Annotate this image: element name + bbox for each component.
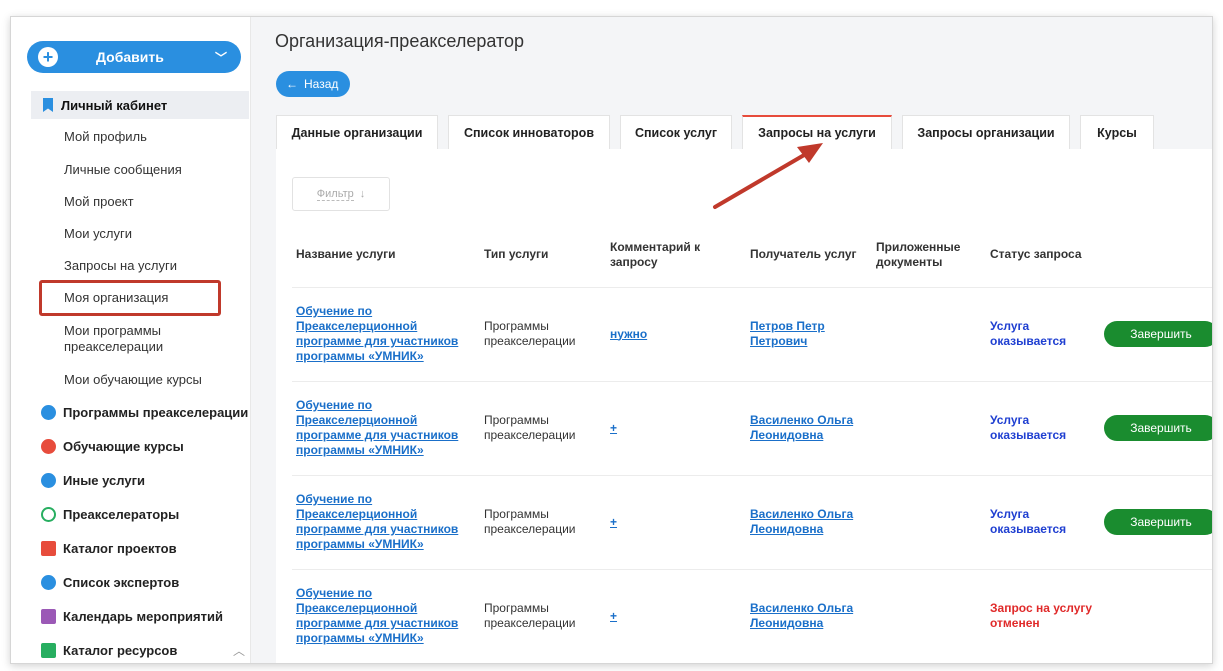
category-label: Каталог проектов bbox=[63, 541, 177, 556]
comment-link[interactable]: + bbox=[610, 609, 617, 623]
column-header: Получатель услуг bbox=[750, 247, 857, 262]
requests-panel: Фильтр ↓ Название услуги Тип услуги Комм… bbox=[276, 149, 1212, 663]
chevron-up-icon[interactable]: ︿ bbox=[233, 642, 245, 659]
filter-button[interactable]: Фильтр ↓ bbox=[292, 177, 390, 211]
bookmark-icon bbox=[43, 98, 53, 112]
sidebar-category-other-services[interactable]: Иные услуги bbox=[41, 473, 145, 488]
book-icon bbox=[41, 643, 56, 658]
complete-button[interactable]: Завершить bbox=[1104, 415, 1212, 441]
comment-link[interactable]: нужно bbox=[610, 327, 647, 341]
service-type: Программы преакселерации bbox=[480, 474, 606, 569]
service-link[interactable]: Обучение по Преакселерционной программе … bbox=[296, 398, 458, 457]
attached-docs bbox=[872, 380, 986, 475]
category-label: Обучающие курсы bbox=[63, 439, 184, 454]
category-label: Программы преакселерации bbox=[63, 405, 249, 420]
request-status: Услуга оказывается bbox=[986, 286, 1100, 381]
attached-docs bbox=[872, 286, 986, 381]
sidebar-category-preaccelerators[interactable]: Преакселераторы bbox=[41, 507, 179, 522]
recipient-link[interactable]: Василенко Ольга Леонидовна bbox=[750, 507, 853, 536]
speedometer-icon bbox=[41, 507, 56, 522]
sidebar-category-experts[interactable]: Список экспертов bbox=[41, 575, 179, 590]
attached-docs bbox=[872, 568, 986, 663]
tab-organization-requests[interactable]: Запросы организации bbox=[902, 115, 1070, 149]
service-link[interactable]: Обучение по Преакселерционной программе … bbox=[296, 586, 458, 645]
sidebar-item-programs[interactable]: Мои программы преакселерации bbox=[64, 323, 224, 355]
sidebar-item-project[interactable]: Мой проект bbox=[64, 194, 134, 210]
table-header-row: Название услуги Тип услуги Комментарий к… bbox=[292, 223, 1212, 287]
recipient-link[interactable]: Василенко Ольга Леонидовна bbox=[750, 413, 853, 442]
chevron-down-icon[interactable]: ﹀ bbox=[215, 49, 227, 66]
sidebar-item-profile[interactable]: Мой профиль bbox=[64, 129, 147, 145]
service-type: Программы преакселерации bbox=[480, 380, 606, 475]
table-row: Обучение по Преакселерционной программе … bbox=[292, 380, 1212, 475]
attached-docs bbox=[872, 474, 986, 569]
tab-innovators[interactable]: Список инноваторов bbox=[448, 115, 610, 149]
requests-table: Название услуги Тип услуги Комментарий к… bbox=[292, 223, 1212, 663]
request-status: Услуга оказывается bbox=[986, 380, 1100, 475]
service-link[interactable]: Обучение по Преакселерционной программе … bbox=[296, 304, 458, 363]
comment-link[interactable]: + bbox=[610, 515, 617, 529]
filter-label: Фильтр bbox=[316, 187, 354, 201]
tab-courses[interactable]: Курсы bbox=[1080, 115, 1154, 149]
calendar-icon bbox=[41, 609, 56, 624]
sidebar-item-cabinet[interactable]: Личный кабинет bbox=[31, 91, 249, 119]
add-button[interactable]: + Добавить ﹀ bbox=[27, 41, 241, 73]
sidebar-category-resources[interactable]: Каталог ресурсов ︿ bbox=[41, 643, 245, 658]
column-header: Название услуги bbox=[296, 247, 396, 262]
request-status: Услуга оказывается bbox=[986, 474, 1100, 569]
tab-organization-data[interactable]: Данные организации bbox=[276, 115, 438, 149]
column-header: Тип услуги bbox=[484, 247, 549, 262]
category-label: Список экспертов bbox=[63, 575, 180, 590]
table-row: Обучение по Преакселерционной программе … bbox=[292, 568, 1212, 663]
sidebar-category-programs[interactable]: Программы преакселерации bbox=[41, 405, 248, 420]
sidebar: + Добавить ﹀ Личный кабинет Мой профиль … bbox=[11, 17, 251, 663]
sidebar-category-calendar[interactable]: Календарь мероприятий bbox=[41, 609, 223, 624]
tab-services[interactable]: Список услуг bbox=[620, 115, 732, 149]
sidebar-item-label: Личный кабинет bbox=[61, 97, 168, 113]
table-row: Обучение по Преакселерционной программе … bbox=[292, 286, 1212, 381]
complete-button[interactable]: Завершить bbox=[1104, 509, 1212, 535]
globe-icon bbox=[41, 473, 56, 488]
recipient-link[interactable]: Петров Петр Петрович bbox=[750, 319, 825, 348]
service-type: Программы преакселерации bbox=[480, 568, 606, 663]
arrow-down-icon: ↓ bbox=[359, 188, 366, 200]
category-label: Каталог ресурсов bbox=[63, 643, 178, 658]
service-type: Программы преакселерации bbox=[480, 286, 606, 381]
back-button[interactable]: ← Назад bbox=[276, 71, 351, 97]
category-label: Календарь мероприятий bbox=[63, 609, 223, 624]
briefcase-icon bbox=[41, 541, 56, 556]
row-action-empty bbox=[1100, 568, 1212, 663]
column-header: Статус запроса bbox=[990, 247, 1082, 262]
sidebar-category-projects[interactable]: Каталог проектов bbox=[41, 541, 177, 556]
recipient-link[interactable]: Василенко Ольга Леонидовна bbox=[750, 601, 853, 630]
sidebar-category-courses[interactable]: Обучающие курсы bbox=[41, 439, 184, 454]
column-header: Комментарий к запросу bbox=[610, 239, 701, 269]
page-title: Организация-преакселератор bbox=[275, 31, 525, 51]
globe-icon bbox=[41, 405, 56, 420]
add-button-label: Добавить bbox=[96, 49, 164, 65]
sidebar-item-courses[interactable]: Мои обучающие курсы bbox=[64, 372, 202, 388]
people-icon bbox=[41, 575, 56, 590]
course-icon bbox=[41, 439, 56, 454]
plus-icon: + bbox=[38, 47, 58, 67]
annotation-highlight-box bbox=[39, 280, 221, 316]
category-label: Иные услуги bbox=[63, 473, 145, 488]
main-content: Организация-преакселератор ← Назад Данны… bbox=[251, 17, 1212, 663]
sidebar-item-service-requests[interactable]: Запросы на услуги bbox=[64, 258, 177, 274]
table-row: Обучение по Преакселерционной программе … bbox=[292, 474, 1212, 569]
sidebar-item-services[interactable]: Мои услуги bbox=[64, 226, 132, 242]
column-header-actions bbox=[1100, 223, 1212, 287]
sidebar-item-messages[interactable]: Личные сообщения bbox=[64, 162, 182, 178]
service-link[interactable]: Обучение по Преакселерционной программе … bbox=[296, 492, 458, 551]
request-status: Запрос на услугу отменен bbox=[986, 568, 1100, 663]
column-header: Приложенные документы bbox=[876, 239, 961, 269]
arrow-left-icon: ← bbox=[286, 77, 298, 91]
tab-service-requests[interactable]: Запросы на услуги bbox=[742, 115, 892, 149]
category-label: Преакселераторы bbox=[63, 507, 180, 522]
complete-button[interactable]: Завершить bbox=[1104, 321, 1212, 347]
app-window: + Добавить ﹀ Личный кабинет Мой профиль … bbox=[10, 16, 1213, 664]
back-button-label: Назад bbox=[304, 77, 339, 91]
tab-bar: Данные организации Список инноваторов Сп… bbox=[276, 115, 1164, 149]
comment-link[interactable]: + bbox=[610, 421, 617, 435]
